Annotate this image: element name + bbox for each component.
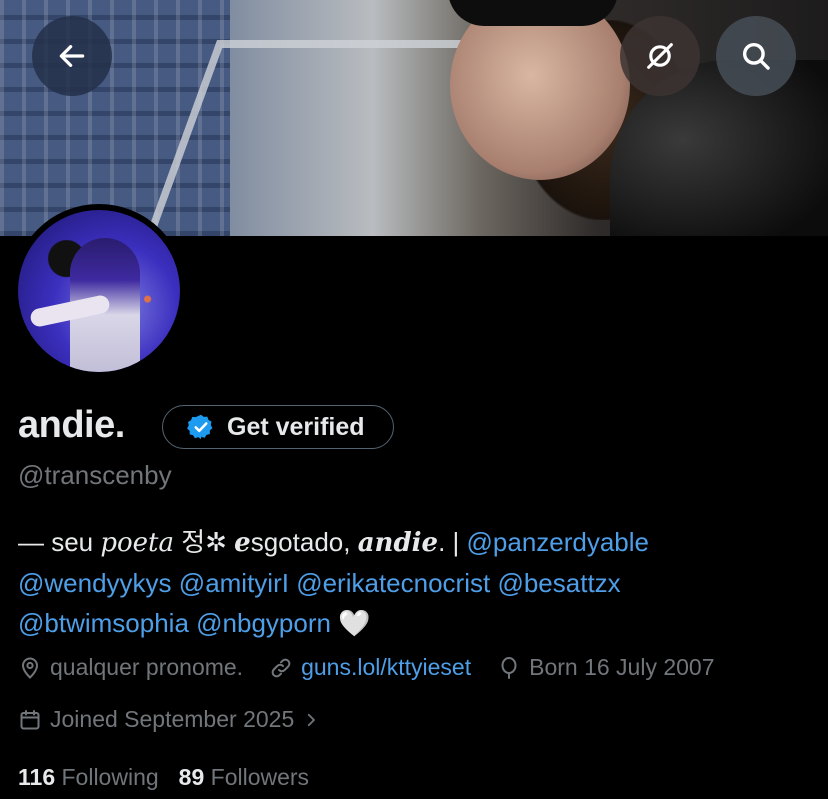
website-link[interactable]: guns.lol/kttyieset bbox=[301, 654, 471, 681]
bio-text: 정✲ bbox=[174, 527, 235, 557]
following-label: Following bbox=[61, 764, 159, 790]
bio-text: sgotado, bbox=[250, 527, 358, 557]
verified-badge-icon bbox=[187, 414, 213, 440]
location-item: qualquer pronome. bbox=[18, 654, 243, 681]
location-text: qualquer pronome. bbox=[50, 654, 244, 680]
search-button[interactable] bbox=[716, 16, 796, 96]
profile-meta-row: qualquer pronome. guns.lol/kttyieset Bor… bbox=[18, 654, 741, 681]
back-button[interactable] bbox=[32, 16, 112, 96]
chevron-right-icon bbox=[308, 713, 316, 726]
bio-mention-link[interactable]: @amityirI bbox=[179, 568, 289, 598]
bio-mention-link[interactable]: @besattzx bbox=[497, 568, 620, 598]
bio-text: — seu bbox=[18, 527, 101, 557]
birthday-text: Born 16 July 2007 bbox=[529, 654, 715, 680]
bio-mention-link[interactable]: @nbgyporn bbox=[196, 608, 331, 638]
followers-link[interactable]: 89 Followers bbox=[179, 764, 309, 791]
bio-mention-link[interactable]: @panzerdyable bbox=[467, 527, 650, 557]
white-heart-emoji: 🤍 bbox=[338, 608, 371, 638]
bio-mention-link[interactable]: @wendyykys bbox=[18, 568, 172, 598]
bio-text: e bbox=[234, 528, 251, 558]
joined-text: Joined September 2025 bbox=[50, 706, 295, 732]
joined-item[interactable]: Joined September 2025 bbox=[18, 706, 320, 733]
profile-bio: — seu poeta 정✲ esgotado, andie. | @panze… bbox=[18, 522, 818, 643]
link-icon bbox=[271, 658, 291, 677]
bio-text: poeta bbox=[100, 528, 175, 558]
joined-row[interactable]: Joined September 2025 bbox=[18, 706, 346, 733]
eye-slash-icon bbox=[647, 43, 673, 69]
location-pin-icon bbox=[21, 657, 39, 679]
bio-mention-link[interactable]: @btwimsophia bbox=[18, 608, 189, 638]
followers-label: Followers bbox=[210, 764, 310, 790]
avatar-image bbox=[18, 210, 180, 372]
hide-banner-button[interactable] bbox=[620, 16, 700, 96]
birthday-item: Born 16 July 2007 bbox=[497, 654, 715, 681]
followers-count: 89 bbox=[178, 764, 205, 790]
bio-text: . | bbox=[438, 527, 467, 557]
following-link[interactable]: 116 Following bbox=[18, 764, 159, 791]
follow-counts: 116 Following 89 Followers bbox=[18, 764, 309, 791]
calendar-icon bbox=[20, 709, 40, 729]
balloon-icon bbox=[501, 656, 517, 679]
profile-banner[interactable] bbox=[0, 0, 828, 236]
following-count: 116 bbox=[18, 764, 56, 790]
display-name: andie. bbox=[18, 404, 125, 446]
arrow-left-icon bbox=[59, 45, 85, 67]
website-item[interactable]: guns.lol/kttyieset bbox=[269, 654, 471, 681]
banner-sunglasses-shape bbox=[448, 0, 618, 26]
avatar[interactable] bbox=[12, 204, 186, 378]
bio-mention-link[interactable]: @erikatecnocrist bbox=[296, 568, 490, 598]
user-handle: @transcenby bbox=[18, 460, 172, 490]
search-icon bbox=[742, 42, 770, 70]
get-verified-button[interactable]: Get verified bbox=[162, 405, 394, 449]
bio-text: andie bbox=[357, 528, 439, 558]
get-verified-label: Get verified bbox=[227, 412, 365, 441]
